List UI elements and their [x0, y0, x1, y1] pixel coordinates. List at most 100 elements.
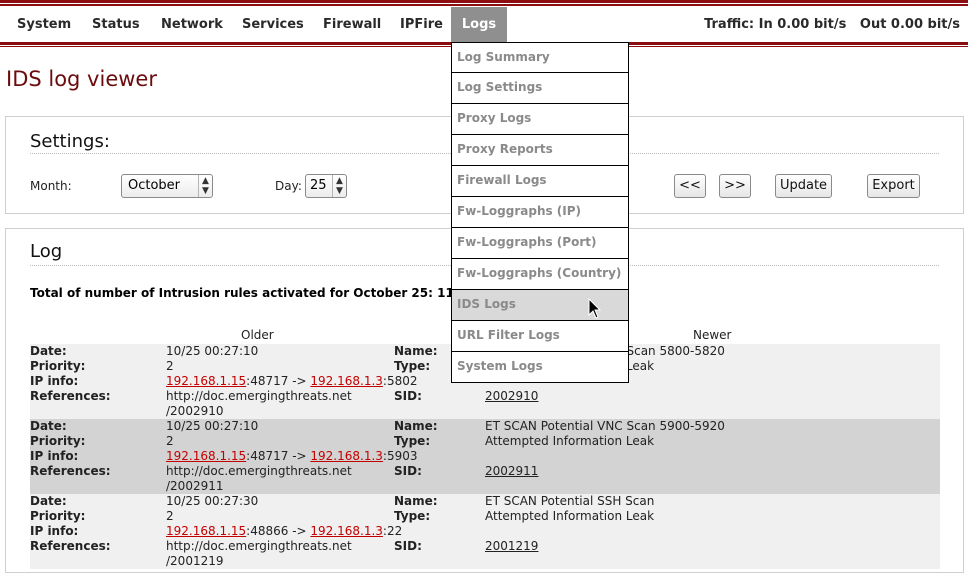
date-value: 10/25 00:27:10: [166, 344, 259, 358]
sid-link[interactable]: 2002910: [485, 389, 538, 404]
menu-item-fw-loggraphs-country[interactable]: Fw-Loggraphs (Country): [451, 259, 629, 290]
priority-value: 2: [166, 509, 174, 523]
date-label: Date:: [30, 419, 67, 433]
references-label: References:: [30, 539, 111, 553]
menu-item-log-settings[interactable]: Log Settings: [451, 73, 629, 104]
sid-label: SID:: [394, 464, 422, 478]
ip-info-value: 192.168.1.15:48717 -> 192.168.1.3:5802: [166, 374, 418, 389]
dest-port: :5903: [382, 449, 418, 463]
nav-services[interactable]: Services: [242, 7, 304, 42]
ip-info-value: 192.168.1.15:48717 -> 192.168.1.3:5903: [166, 449, 418, 464]
dest-ip-link[interactable]: 192.168.1.3: [310, 449, 383, 463]
sid-link[interactable]: 2002911: [485, 464, 538, 479]
priority-label: Priority:: [30, 434, 86, 448]
intrusion-summary: Total of number of Intrusion rules activ…: [30, 286, 454, 300]
references-label: References:: [30, 464, 111, 478]
type-value: Attempted Information Leak: [485, 509, 655, 523]
source-ip-link[interactable]: 192.168.1.15: [166, 449, 246, 463]
menu-item-proxy-logs[interactable]: Proxy Logs: [451, 104, 629, 135]
name-label: Name:: [394, 419, 438, 433]
select-arrows-icon: ▲ ▼: [332, 175, 346, 197]
nav-ipfire[interactable]: IPFire: [400, 7, 443, 42]
menu-item-system-logs[interactable]: System Logs: [451, 352, 629, 383]
sid-label: SID:: [394, 539, 422, 553]
source-ip-link[interactable]: 192.168.1.15: [166, 524, 246, 538]
dest-ip-link[interactable]: 192.168.1.3: [310, 524, 383, 538]
ip-info-label: IP info:: [30, 524, 79, 538]
date-value: 10/25 00:27:10: [166, 419, 259, 433]
month-value: October: [128, 178, 181, 193]
priority-value: 2: [166, 359, 174, 373]
header-rule-thin: [0, 4, 968, 6]
reference-line-2: /2001219: [166, 554, 224, 568]
day-value: 25: [310, 178, 327, 193]
reference-line-2: /2002910: [166, 404, 224, 418]
header-rule-top: [0, 0, 968, 3]
month-label: Month:: [30, 179, 72, 193]
ip-info-label: IP info:: [30, 449, 79, 463]
name-value: ET SCAN Potential VNC Scan 5900-5920: [485, 419, 725, 433]
main-nav: System Status Network Services Firewall …: [0, 7, 968, 42]
menu-item-fw-loggraphs-ip[interactable]: Fw-Loggraphs (IP): [451, 197, 629, 228]
menu-item-ids-logs[interactable]: IDS Logs: [451, 290, 629, 321]
type-label: Type:: [394, 434, 431, 448]
ip-info-label: IP info:: [30, 374, 79, 388]
log-entry: Date: 10/25 00:27:10 Priority: 2 IP info…: [30, 419, 940, 494]
reference-line-1: http://doc.emergingthreats.net: [166, 389, 352, 403]
settings-title: Settings:: [30, 131, 110, 152]
date-label: Date:: [30, 494, 67, 508]
nav-network[interactable]: Network: [161, 7, 223, 42]
sid-link[interactable]: 2001219: [485, 539, 538, 554]
nav-logs[interactable]: Logs: [451, 7, 507, 42]
priority-label: Priority:: [30, 509, 86, 523]
nav-firewall[interactable]: Firewall: [323, 7, 381, 42]
menu-item-url-filter-logs[interactable]: URL Filter Logs: [451, 321, 629, 352]
day-label: Day:: [275, 179, 302, 193]
select-arrows-icon: ▲ ▼: [198, 175, 212, 197]
date-label: Date:: [30, 344, 67, 358]
ip-info-value: 192.168.1.15:48866 -> 192.168.1.3:22: [166, 524, 402, 539]
older-link[interactable]: Older: [241, 328, 274, 342]
log-entry: Date: 10/25 00:27:30 Priority: 2 IP info…: [30, 494, 940, 569]
source-port: :48866 ->: [246, 524, 311, 538]
type-label: Type:: [394, 509, 431, 523]
traffic-out: Out 0.00 bit/s: [859, 17, 960, 32]
prev-day-button[interactable]: <<: [674, 174, 706, 198]
priority-value: 2: [166, 434, 174, 448]
type-label: Type:: [394, 359, 431, 373]
dest-port: :5802: [382, 374, 418, 388]
page-title: IDS log viewer: [6, 67, 157, 91]
name-value: ET SCAN Potential SSH Scan: [485, 494, 655, 508]
traffic-in: Traffic: In 0.00 bit/s: [704, 17, 847, 32]
nav-status[interactable]: Status: [92, 7, 140, 42]
reference-line-1: http://doc.emergingthreats.net: [166, 539, 352, 553]
nav-system[interactable]: System: [17, 7, 71, 42]
name-label: Name:: [394, 344, 438, 358]
menu-item-fw-loggraphs-port[interactable]: Fw-Loggraphs (Port): [451, 228, 629, 259]
log-title: Log: [30, 241, 63, 262]
month-select[interactable]: October ▲ ▼: [121, 174, 213, 198]
next-day-button[interactable]: >>: [719, 174, 751, 198]
export-button[interactable]: Export: [867, 174, 920, 198]
menu-item-log-summary[interactable]: Log Summary: [451, 42, 629, 73]
menu-item-firewall-logs[interactable]: Firewall Logs: [451, 166, 629, 197]
menu-item-proxy-reports[interactable]: Proxy Reports: [451, 135, 629, 166]
sid-label: SID:: [394, 389, 422, 403]
dest-port: :22: [382, 524, 403, 538]
reference-line-1: http://doc.emergingthreats.net: [166, 464, 352, 478]
source-ip-link[interactable]: 192.168.1.15: [166, 374, 246, 388]
reference-line-2: /2002911: [166, 479, 224, 493]
references-label: References:: [30, 389, 111, 403]
date-value: 10/25 00:27:30: [166, 494, 259, 508]
source-port: :48717 ->: [246, 374, 311, 388]
type-value: Attempted Information Leak: [485, 434, 655, 448]
name-label: Name:: [394, 494, 438, 508]
logs-dropdown-menu: Log Summary Log Settings Proxy Logs Prox…: [451, 42, 629, 383]
source-port: :48717 ->: [246, 449, 311, 463]
mouse-pointer-icon: [588, 298, 602, 319]
update-button[interactable]: Update: [775, 174, 832, 198]
dest-ip-link[interactable]: 192.168.1.3: [310, 374, 383, 388]
newer-link[interactable]: Newer: [693, 328, 732, 342]
day-select[interactable]: 25 ▲ ▼: [305, 174, 347, 198]
traffic-readout: Traffic: In 0.00 bit/s Out 0.00 bit/s: [704, 7, 960, 42]
